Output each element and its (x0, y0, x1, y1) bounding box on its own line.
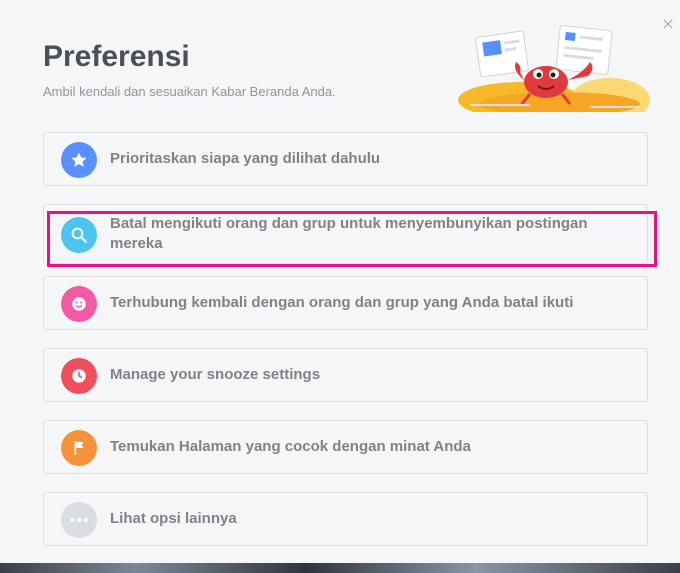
star-icon (61, 142, 97, 178)
option-label: Temukan Halaman yang cocok dengan minat … (110, 438, 471, 455)
option-label: Terhubung kembali dengan orang dan grup … (110, 294, 574, 311)
dialog-subtitle: Ambil kendali dan sesuaikan Kabar Berand… (43, 84, 336, 99)
more-icon (61, 502, 97, 538)
flag-icon (61, 430, 97, 466)
option-discover-pages[interactable]: Temukan Halaman yang cocok dengan minat … (43, 420, 648, 474)
option-label: Lihat opsi lainnya (110, 510, 237, 527)
option-unfollow[interactable]: Batal mengikuti orang dan grup untuk men… (43, 204, 648, 264)
smiley-icon (61, 286, 97, 322)
option-label: Prioritaskan siapa yang dilihat dahulu (110, 150, 381, 167)
dialog-title: Preferensi (43, 40, 190, 73)
close-button[interactable]: × (660, 16, 676, 32)
option-prioritize[interactable]: Prioritaskan siapa yang dilihat dahulu (43, 132, 648, 186)
option-reconnect[interactable]: Terhubung kembali dengan orang dan grup … (43, 276, 648, 330)
option-snooze[interactable]: Manage your snooze settings (43, 348, 648, 402)
option-label: Batal mengikuti orang dan grup untuk men… (110, 215, 588, 252)
option-label: Manage your snooze settings (110, 366, 321, 383)
crab-illustration (458, 25, 650, 112)
background-strip (0, 563, 680, 573)
search-icon (61, 217, 97, 253)
clock-icon (61, 358, 97, 394)
preferences-dialog: × Preferensi Ambil kendali dan sesuaikan… (0, 0, 680, 563)
option-more[interactable]: Lihat opsi lainnya (43, 492, 648, 546)
